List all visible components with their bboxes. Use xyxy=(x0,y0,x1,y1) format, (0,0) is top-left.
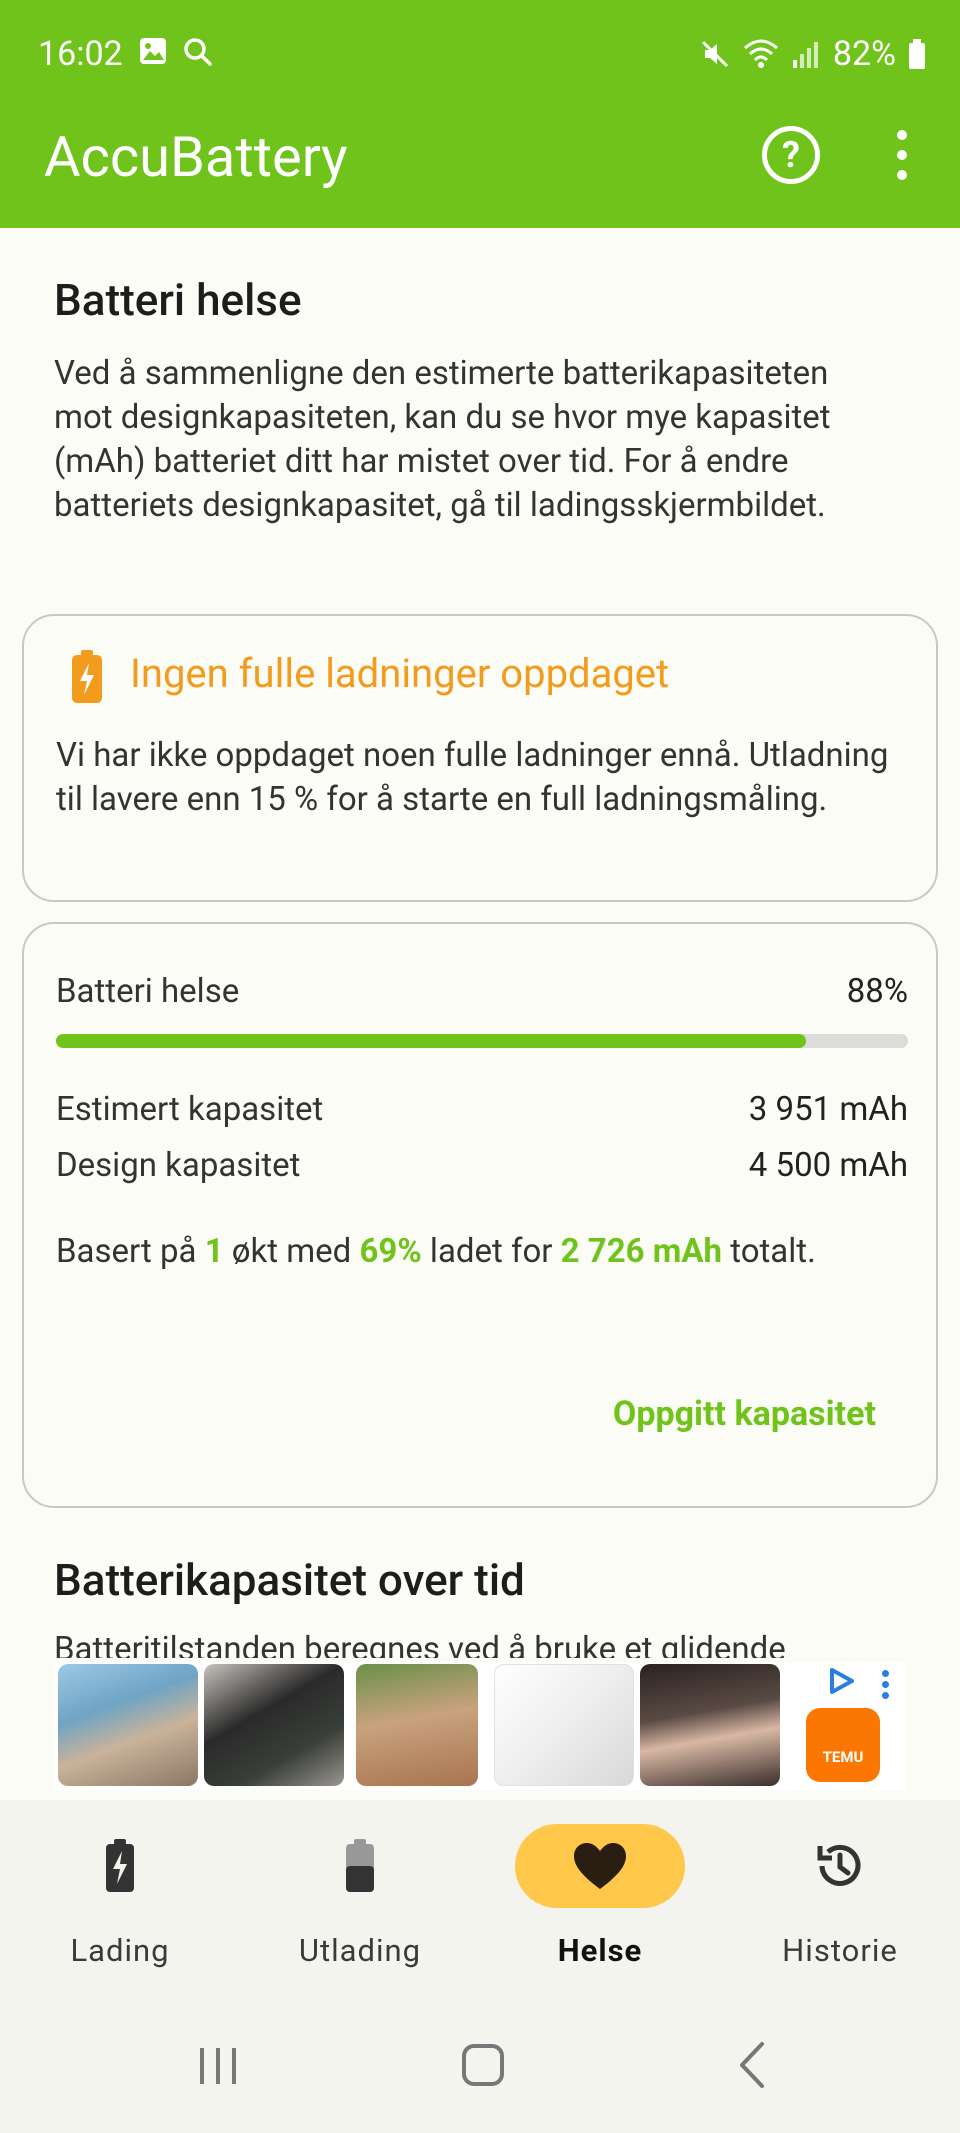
app-title: AccuBattery xyxy=(44,124,348,190)
signal-icon xyxy=(792,42,818,68)
section-title-capacity: Batterikapasitet over tid xyxy=(54,1554,525,1606)
health-progress-fill xyxy=(56,1034,806,1048)
nav-utlading[interactable]: Utlading xyxy=(260,1820,460,1990)
stated-capacity-button[interactable]: Oppgitt kapasitet xyxy=(613,1394,876,1434)
battery-status-icon xyxy=(909,39,925,69)
ad-image-1[interactable] xyxy=(58,1664,198,1786)
warning-text: Vi har ikke oppdaget noen fulle ladninge… xyxy=(56,736,889,819)
battery-charging-warning-icon xyxy=(72,650,102,703)
ad-menu-icon[interactable] xyxy=(882,1670,890,1703)
warning-title: Ingen fulle ladninger oppdaget xyxy=(130,650,670,697)
wifi-icon xyxy=(743,39,778,68)
ad-image-3[interactable] xyxy=(356,1664,478,1786)
mute-icon xyxy=(701,40,728,68)
charged-percent: 69% xyxy=(359,1232,422,1271)
battery-percent: 82% xyxy=(832,34,896,74)
health-label: Batteri helse xyxy=(56,972,240,1011)
health-progress-bar xyxy=(56,1034,908,1048)
status-time: 16:02 xyxy=(38,34,123,74)
design-capacity-value: 4 500 mAh xyxy=(748,1146,908,1185)
nav-historie[interactable]: Historie xyxy=(740,1820,940,1990)
search-status-icon xyxy=(184,38,212,66)
temu-logo[interactable]: TEMU xyxy=(806,1708,880,1782)
ad-banner[interactable]: TEMU xyxy=(54,1662,906,1790)
system-navigation-bar xyxy=(0,2000,960,2133)
ad-image-2[interactable] xyxy=(204,1664,344,1786)
no-full-charges-card: Ingen fulle ladninger oppdaget Vi har ik… xyxy=(22,614,938,902)
nav-helse[interactable]: Helse xyxy=(500,1820,700,1990)
ad-image-5[interactable] xyxy=(640,1664,780,1786)
estimated-capacity-label: Estimert kapasitet xyxy=(56,1090,324,1129)
bottom-navigation: Lading Utlading Helse Historie xyxy=(0,1800,960,2000)
health-value: 88% xyxy=(846,972,908,1011)
back-icon[interactable] xyxy=(736,2040,768,2090)
nav-lading[interactable]: Lading xyxy=(20,1820,220,1990)
health-basis-text: Basert på 1 økt med 69% ladet for 2 726 … xyxy=(56,1232,816,1271)
section-description-health: Ved å sammenligne den estimerte batterik… xyxy=(54,354,831,525)
history-icon xyxy=(817,1844,861,1886)
battery-health-card: Batteri helse 88% Estimert kapasitet 3 9… xyxy=(22,922,938,1508)
home-icon[interactable] xyxy=(460,2042,506,2088)
ad-choices-icon[interactable] xyxy=(826,1666,856,1696)
battery-half-icon xyxy=(346,1839,374,1892)
ad-image-4[interactable] xyxy=(494,1664,634,1786)
battery-charging-icon xyxy=(106,1839,134,1892)
session-count: 1 xyxy=(204,1232,224,1271)
section-title-health: Batteri helse xyxy=(54,274,302,326)
help-circle-icon[interactable]: ? xyxy=(762,126,820,184)
more-vert-icon[interactable] xyxy=(884,126,920,186)
heart-icon xyxy=(574,1843,626,1889)
estimated-capacity-value: 3 951 mAh xyxy=(748,1090,908,1129)
app-bar: AccuBattery ? xyxy=(0,108,960,228)
section-description-capacity: Batteritilstanden beregnes ved å bruke e… xyxy=(54,1630,786,1658)
gallery-icon xyxy=(140,38,166,64)
health-content[interactable]: Batteri helse Ved å sammenligne den esti… xyxy=(0,228,960,1658)
charged-mah: 2 726 mAh xyxy=(560,1232,723,1271)
design-capacity-label: Design kapasitet xyxy=(56,1146,301,1185)
status-bar: 16:02 82% xyxy=(0,0,960,108)
recent-apps-icon[interactable] xyxy=(196,2044,240,2088)
